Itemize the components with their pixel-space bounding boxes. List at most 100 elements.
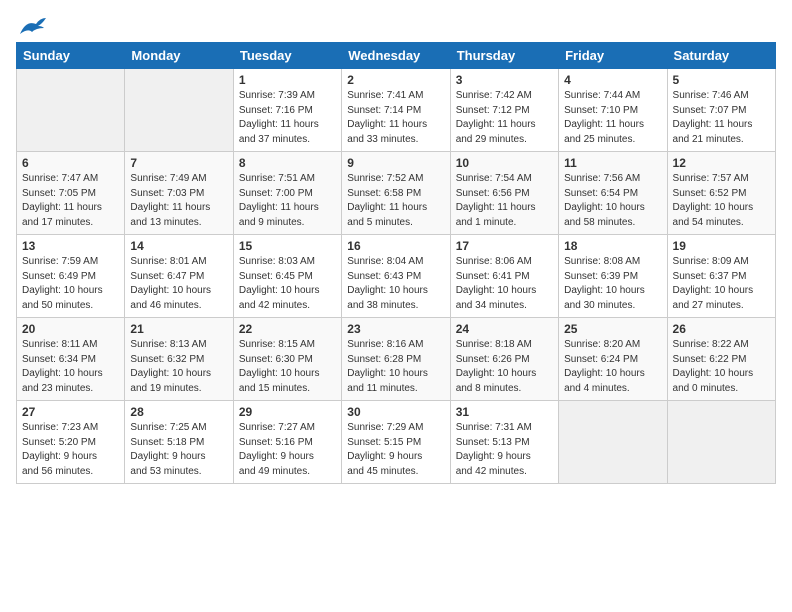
day-info: Sunrise: 7:31 AM Sunset: 5:13 PM Dayligh… [456,421,553,479]
calendar-cell [559,401,667,484]
day-info: Sunrise: 8:01 AM Sunset: 6:47 PM Dayligh… [130,255,227,313]
calendar-cell: 29 Sunrise: 7:27 AM Sunset: 5:16 PM Dayli… [233,401,341,484]
weekday-header-thursday: Thursday [450,43,558,69]
day-number: 29 [239,405,336,419]
logo [16,16,48,34]
calendar-cell: 6 Sunrise: 7:47 AM Sunset: 7:05 PM Daylig… [17,152,125,235]
calendar-cell: 14 Sunrise: 8:01 AM Sunset: 6:47 PM Dayli… [125,235,233,318]
day-number: 2 [347,73,444,87]
day-number: 23 [347,322,444,336]
day-info: Sunrise: 7:46 AM Sunset: 7:07 PM Dayligh… [673,89,770,147]
day-info: Sunrise: 7:56 AM Sunset: 6:54 PM Dayligh… [564,172,661,230]
day-info: Sunrise: 7:44 AM Sunset: 7:10 PM Dayligh… [564,89,661,147]
day-number: 27 [22,405,119,419]
day-number: 12 [673,156,770,170]
calendar-cell: 10 Sunrise: 7:54 AM Sunset: 6:56 PM Dayli… [450,152,558,235]
day-info: Sunrise: 7:42 AM Sunset: 7:12 PM Dayligh… [456,89,553,147]
calendar-cell: 2Sunrise: 7:41 AM Sunset: 7:14 PM Daylig… [342,69,450,152]
calendar-cell: 7 Sunrise: 7:49 AM Sunset: 7:03 PM Daylig… [125,152,233,235]
calendar-cell: 27 Sunrise: 7:23 AM Sunset: 5:20 PM Dayli… [17,401,125,484]
day-info: Sunrise: 8:22 AM Sunset: 6:22 PM Dayligh… [673,338,770,396]
weekday-header-monday: Monday [125,43,233,69]
day-info: Sunrise: 8:11 AM Sunset: 6:34 PM Dayligh… [22,338,119,396]
day-number: 30 [347,405,444,419]
day-number: 13 [22,239,119,253]
calendar-cell: 20 Sunrise: 8:11 AM Sunset: 6:34 PM Dayli… [17,318,125,401]
day-info: Sunrise: 8:18 AM Sunset: 6:26 PM Dayligh… [456,338,553,396]
day-number: 17 [456,239,553,253]
calendar-cell: 24 Sunrise: 8:18 AM Sunset: 6:26 PM Dayli… [450,318,558,401]
calendar-body: 1 Sunrise: 7:39 AM Sunset: 7:16 PM Daylig… [17,69,776,484]
day-number: 26 [673,322,770,336]
day-number: 10 [456,156,553,170]
calendar-cell: 4 Sunrise: 7:44 AM Sunset: 7:10 PM Daylig… [559,69,667,152]
calendar-cell: 26 Sunrise: 8:22 AM Sunset: 6:22 PM Dayli… [667,318,775,401]
day-info: Sunrise: 7:39 AM Sunset: 7:16 PM Dayligh… [239,89,336,147]
day-number: 7 [130,156,227,170]
day-number: 25 [564,322,661,336]
calendar-cell: 30 Sunrise: 7:29 AM Sunset: 5:15 PM Dayli… [342,401,450,484]
day-number: 4 [564,73,661,87]
day-number: 20 [22,322,119,336]
day-info: Sunrise: 7:51 AM Sunset: 7:00 PM Dayligh… [239,172,336,230]
calendar-cell: 25 Sunrise: 8:20 AM Sunset: 6:24 PM Dayli… [559,318,667,401]
day-number: 6 [22,156,119,170]
logo-bird-icon [18,16,48,38]
day-info: Sunrise: 8:04 AM Sunset: 6:43 PM Dayligh… [347,255,444,313]
calendar-cell: 15 Sunrise: 8:03 AM Sunset: 6:45 PM Dayli… [233,235,341,318]
calendar-cell: 8 Sunrise: 7:51 AM Sunset: 7:00 PM Daylig… [233,152,341,235]
day-info: Sunrise: 7:54 AM Sunset: 6:56 PM Dayligh… [456,172,553,230]
day-info: Sunrise: 8:15 AM Sunset: 6:30 PM Dayligh… [239,338,336,396]
calendar-cell: 3 Sunrise: 7:42 AM Sunset: 7:12 PM Daylig… [450,69,558,152]
day-info: Sunrise: 7:29 AM Sunset: 5:15 PM Dayligh… [347,421,444,479]
calendar-week-1: 1 Sunrise: 7:39 AM Sunset: 7:16 PM Daylig… [17,69,776,152]
day-number: 18 [564,239,661,253]
day-info: Sunrise: 8:03 AM Sunset: 6:45 PM Dayligh… [239,255,336,313]
day-number: 8 [239,156,336,170]
day-number: 1 [239,73,336,87]
day-info: Sunrise: 7:27 AM Sunset: 5:16 PM Dayligh… [239,421,336,479]
weekday-header-tuesday: Tuesday [233,43,341,69]
day-info: Sunrise: 7:23 AM Sunset: 5:20 PM Dayligh… [22,421,119,479]
day-number: 21 [130,322,227,336]
day-number: 9 [347,156,444,170]
day-number: 24 [456,322,553,336]
day-number: 31 [456,405,553,419]
day-info: Sunrise: 7:47 AM Sunset: 7:05 PM Dayligh… [22,172,119,230]
day-info: Sunrise: 7:25 AM Sunset: 5:18 PM Dayligh… [130,421,227,479]
calendar-cell: 16 Sunrise: 8:04 AM Sunset: 6:43 PM Dayli… [342,235,450,318]
calendar-cell [125,69,233,152]
weekday-header-wednesday: Wednesday [342,43,450,69]
calendar-cell: 19Sunrise: 8:09 AM Sunset: 6:37 PM Dayli… [667,235,775,318]
day-info: Sunrise: 8:16 AM Sunset: 6:28 PM Dayligh… [347,338,444,396]
day-number: 16 [347,239,444,253]
weekday-header-sunday: Sunday [17,43,125,69]
calendar-header-row: SundayMondayTuesdayWednesdayThursdayFrid… [17,43,776,69]
day-info: Sunrise: 8:20 AM Sunset: 6:24 PM Dayligh… [564,338,661,396]
day-info: Sunrise: 7:49 AM Sunset: 7:03 PM Dayligh… [130,172,227,230]
day-number: 5 [673,73,770,87]
weekday-header-saturday: Saturday [667,43,775,69]
calendar-cell: 1 Sunrise: 7:39 AM Sunset: 7:16 PM Daylig… [233,69,341,152]
day-info: Sunrise: 7:52 AM Sunset: 6:58 PM Dayligh… [347,172,444,230]
calendar-cell: 21Sunrise: 8:13 AM Sunset: 6:32 PM Dayli… [125,318,233,401]
day-info: Sunrise: 7:59 AM Sunset: 6:49 PM Dayligh… [22,255,119,313]
calendar-table: SundayMondayTuesdayWednesdayThursdayFrid… [16,42,776,484]
calendar-cell: 31 Sunrise: 7:31 AM Sunset: 5:13 PM Dayli… [450,401,558,484]
calendar-cell: 18Sunrise: 8:08 AM Sunset: 6:39 PM Dayli… [559,235,667,318]
day-number: 14 [130,239,227,253]
calendar-cell: 17 Sunrise: 8:06 AM Sunset: 6:41 PM Dayli… [450,235,558,318]
weekday-header-friday: Friday [559,43,667,69]
calendar-cell: 22 Sunrise: 8:15 AM Sunset: 6:30 PM Dayli… [233,318,341,401]
calendar-cell: 12 Sunrise: 7:57 AM Sunset: 6:52 PM Dayli… [667,152,775,235]
calendar-cell: 23 Sunrise: 8:16 AM Sunset: 6:28 PM Dayli… [342,318,450,401]
calendar-week-3: 13 Sunrise: 7:59 AM Sunset: 6:49 PM Dayli… [17,235,776,318]
calendar-cell: 11Sunrise: 7:56 AM Sunset: 6:54 PM Dayli… [559,152,667,235]
day-number: 22 [239,322,336,336]
day-number: 15 [239,239,336,253]
day-number: 3 [456,73,553,87]
day-info: Sunrise: 8:09 AM Sunset: 6:37 PM Dayligh… [673,255,770,313]
day-info: Sunrise: 8:06 AM Sunset: 6:41 PM Dayligh… [456,255,553,313]
calendar-cell: 5 Sunrise: 7:46 AM Sunset: 7:07 PM Daylig… [667,69,775,152]
day-info: Sunrise: 7:57 AM Sunset: 6:52 PM Dayligh… [673,172,770,230]
